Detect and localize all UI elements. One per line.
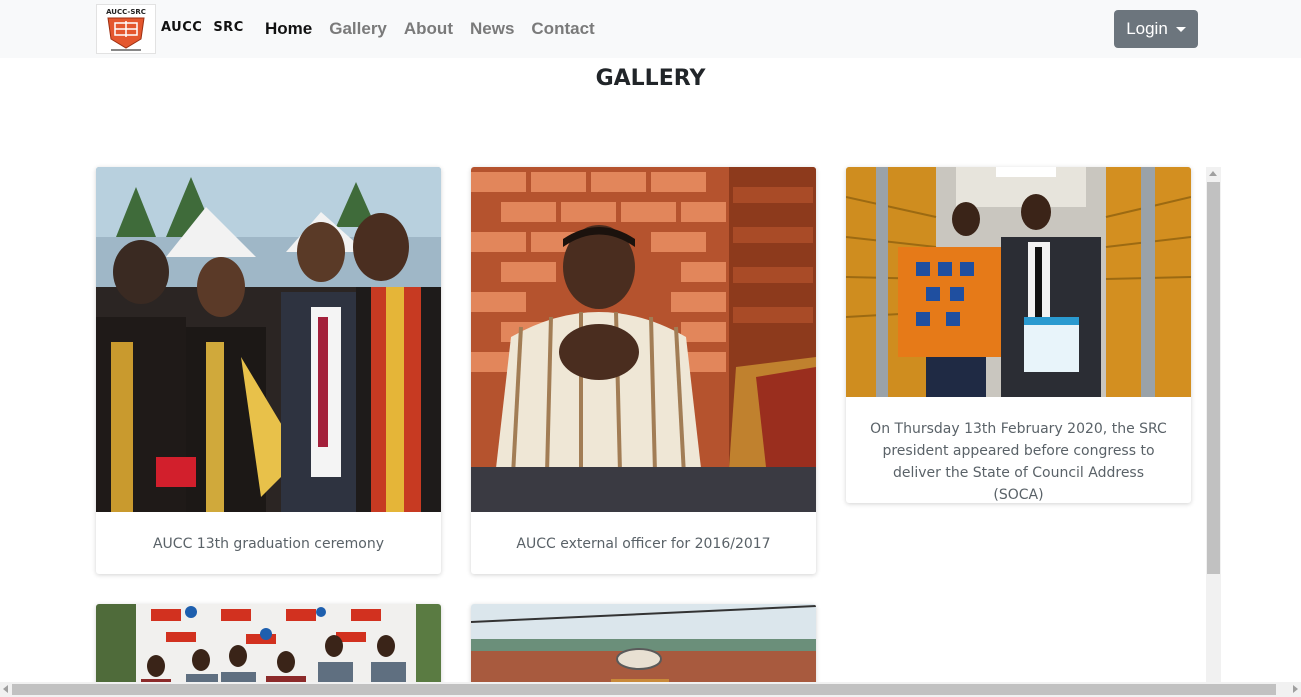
brand-logo[interactable]: AUCC-SRC	[96, 4, 156, 54]
vertical-scrollbar[interactable]	[1206, 167, 1221, 687]
brand-logo-text: AUCC-SRC	[106, 8, 146, 16]
nav-contact[interactable]: Contact	[531, 19, 594, 39]
scroll-up-icon[interactable]	[1209, 171, 1217, 176]
gallery-photo[interactable]	[846, 167, 1191, 397]
gallery-photo[interactable]	[96, 167, 441, 512]
nav-news[interactable]: News	[470, 19, 514, 39]
horizontal-scrollbar[interactable]	[0, 682, 1301, 697]
gallery-card[interactable]: AUCC 13th graduation ceremony	[96, 167, 441, 574]
login-label: Login	[1126, 19, 1168, 38]
login-dropdown-button[interactable]: Login	[1114, 10, 1198, 48]
brand-name[interactable]: AUCC SRC	[161, 20, 244, 35]
scrollbar-thumb[interactable]	[1207, 182, 1220, 574]
scroll-left-icon[interactable]	[3, 685, 8, 693]
gallery-caption: AUCC external officer for 2016/2017	[516, 536, 771, 552]
scrollbar-thumb[interactable]	[12, 684, 1276, 695]
gallery-card[interactable]: AUCC external officer for 2016/2017	[471, 167, 816, 574]
gallery-card[interactable]: On Thursday 13th February 2020, the SRC …	[846, 167, 1191, 503]
nav-home[interactable]: Home	[265, 19, 312, 39]
nav-about[interactable]: About	[404, 19, 453, 39]
nav-gallery[interactable]: Gallery	[329, 19, 387, 39]
scroll-right-icon[interactable]	[1293, 685, 1298, 693]
page-title: GALLERY	[595, 66, 706, 91]
top-navbar: AUCC-SRC AUCC SRC Home Gallery About New…	[0, 0, 1301, 58]
gallery-caption: On Thursday 13th February 2020, the SRC …	[870, 421, 1167, 503]
gallery-caption: AUCC 13th graduation ceremony	[152, 536, 384, 552]
caret-down-icon	[1175, 26, 1186, 32]
gallery-photo[interactable]	[471, 167, 816, 512]
main-nav: Home Gallery About News Contact	[265, 19, 612, 39]
